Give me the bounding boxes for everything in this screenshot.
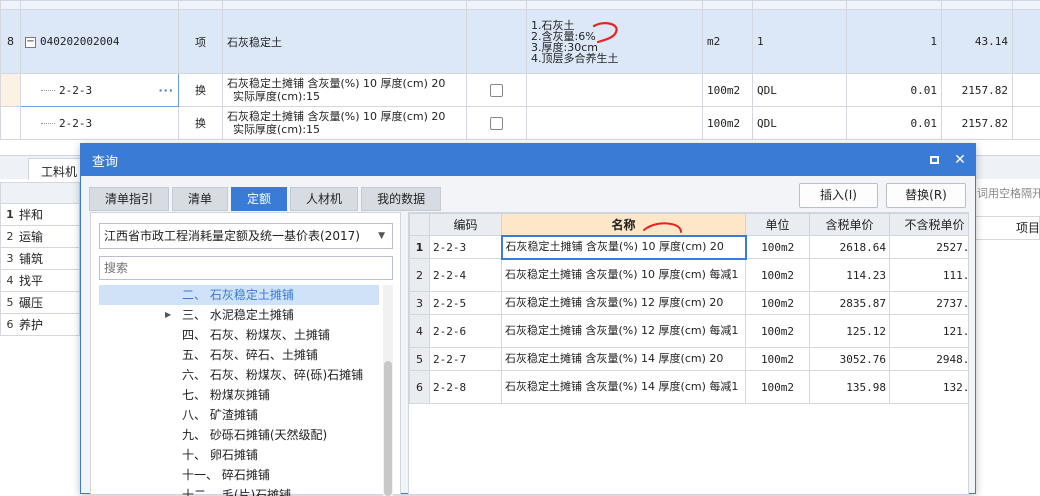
search-input[interactable] bbox=[99, 256, 393, 280]
tree-item[interactable]: 十一、 碎石摊铺 bbox=[99, 465, 379, 485]
column-header-project: 项目 bbox=[975, 216, 1040, 240]
feature-line: 2.含灰量:6% bbox=[531, 31, 698, 42]
maximize-icon bbox=[930, 156, 939, 164]
column-header-unit: 单位 bbox=[746, 214, 810, 236]
dialog-title: 查询 bbox=[92, 151, 118, 170]
quota-name: 石灰稳定土摊铺 含灰量(%) 10 厚度(cm) 20 bbox=[227, 110, 462, 123]
quota-row[interactable]: 2-2-3 ··· 换 石灰稳定土摊铺 含灰量(%) 10 厚度(cm) 20 实… bbox=[1, 74, 1040, 107]
chapter-tree: 二、 石灰稳定土摊铺 ▶三、 水泥稳定土摊铺 四、 石灰、粉煤灰、土摊铺 五、 … bbox=[99, 285, 379, 496]
tree-item[interactable]: 六、 石灰、粉煤灰、碎(砾)石摊铺 bbox=[99, 365, 379, 385]
tree-item[interactable]: 二、 石灰稳定土摊铺 bbox=[99, 285, 379, 305]
quota-price: 2157.82 bbox=[942, 107, 1013, 140]
row-index: 8 bbox=[1, 10, 21, 74]
list-item[interactable]: 5碾压 bbox=[0, 292, 80, 314]
table-row[interactable]: 5 2-2-7 石灰稳定土摊铺 含灰量(%) 14 厚度(cm) 20 100m… bbox=[410, 348, 970, 371]
bill-code: 040202002004 bbox=[40, 35, 119, 48]
bill-type: 项 bbox=[179, 10, 223, 74]
tree-item[interactable]: 十二、 毛(片)石摊铺 bbox=[99, 485, 379, 496]
replace-button[interactable]: 替换(R) bbox=[886, 183, 966, 208]
quota-type: 换 bbox=[179, 107, 223, 140]
quota-name-note: 实际厚度(cm):15 bbox=[227, 123, 462, 136]
quota-type: 换 bbox=[179, 74, 223, 107]
list-item[interactable]: 3铺筑 bbox=[0, 248, 80, 270]
table-row[interactable]: 1 2-2-3 石灰稳定土摊铺 含灰量(%) 10 厚度(cm) 20 100m… bbox=[410, 236, 970, 259]
list-item[interactable]: 6养护 bbox=[0, 314, 80, 336]
tree-item[interactable]: ▶三、 水泥稳定土摊铺 bbox=[99, 305, 379, 325]
column-header-code: 编码 bbox=[430, 214, 502, 236]
quota-name-note: 实际厚度(cm):15 bbox=[227, 90, 462, 103]
bill-name[interactable]: 石灰稳定土 bbox=[223, 10, 467, 74]
table-row[interactable]: 2 2-2-4 石灰稳定土摊铺 含灰量(%) 10 厚度(cm) 每减1 100… bbox=[410, 259, 970, 292]
chevron-down-icon: ▼ bbox=[378, 224, 385, 248]
column-header-rownum bbox=[410, 214, 430, 236]
dialog-tabs: 清单指引 清单 定额 人材机 我的数据 bbox=[89, 187, 441, 211]
list-item[interactable]: 4找平 bbox=[0, 270, 80, 292]
tab-my-data[interactable]: 我的数据 bbox=[361, 187, 441, 211]
right-strip: 词用空格隔开 项目 bbox=[975, 182, 1040, 240]
bill-unit: m2 bbox=[703, 10, 753, 74]
list-item[interactable]: 2运输 bbox=[0, 226, 80, 248]
quota-expr[interactable]: QDL bbox=[753, 107, 847, 140]
tab-bill-guide[interactable]: 清单指引 bbox=[89, 187, 169, 211]
quota-code: 2-2-3 bbox=[59, 84, 92, 97]
bill-price: 43.14 bbox=[942, 10, 1013, 74]
quota-expr[interactable]: QDL bbox=[753, 74, 847, 107]
quota-price: 2157.82 bbox=[942, 74, 1013, 107]
maximize-button[interactable] bbox=[923, 149, 945, 171]
tree-scrollbar[interactable] bbox=[383, 285, 393, 496]
quota-row[interactable]: 2-2-3 换 石灰稳定土摊铺 含灰量(%) 10 厚度(cm) 20 实际厚度… bbox=[1, 107, 1040, 140]
bill-qty[interactable]: 1 bbox=[847, 10, 942, 74]
process-list: 1拌和 2运输 3铺筑 4找平 5碾压 6养护 bbox=[0, 182, 80, 336]
feature-line: 4.顶层多合养生土 bbox=[531, 53, 698, 64]
tab-quota[interactable]: 定额 bbox=[231, 187, 287, 211]
bill-sheet: 8 −040202002004 项 石灰稳定土 1.石灰土 2.含灰量:6% 3… bbox=[0, 0, 1040, 140]
column-header-name: 名称 bbox=[502, 214, 746, 236]
query-dialog: 查询 ✕ 清单指引 清单 定额 人材机 我的数据 插入(I) 替换(R) 江西省… bbox=[80, 143, 976, 494]
quota-checkbox[interactable] bbox=[490, 117, 503, 130]
close-icon: ✕ bbox=[954, 152, 966, 168]
tree-item[interactable]: 七、 粉煤灰摊铺 bbox=[99, 385, 379, 405]
insert-button[interactable]: 插入(I) bbox=[799, 183, 878, 208]
dialog-titlebar[interactable]: 查询 ✕ bbox=[81, 144, 975, 176]
table-row[interactable]: 6 2-2-8 石灰稳定土摊铺 含灰量(%) 14 厚度(cm) 每减1 100… bbox=[410, 371, 970, 404]
quota-tree-pane: 江西省市政工程消耗量定额及统一基价表(2017) ▼ 二、 石灰稳定土摊铺 ▶三… bbox=[90, 212, 401, 495]
bill-row-main[interactable]: 8 −040202002004 项 石灰稳定土 1.石灰土 2.含灰量:6% 3… bbox=[1, 10, 1040, 74]
quota-qty[interactable]: 0.01 bbox=[847, 74, 942, 107]
tab-labor-material[interactable]: 人材机 bbox=[290, 187, 358, 211]
feature-line: 3.厚度:30cm bbox=[531, 42, 698, 53]
table-row[interactable]: 3 2-2-5 石灰稳定土摊铺 含灰量(%) 12 厚度(cm) 20 100m… bbox=[410, 292, 970, 315]
quota-code: 2-2-3 bbox=[59, 117, 92, 130]
close-button[interactable]: ✕ bbox=[949, 149, 971, 171]
tree-item[interactable]: 十、 卵石摊铺 bbox=[99, 445, 379, 465]
column-header-notax-price: 不含税单价 bbox=[890, 214, 970, 236]
quota-name: 石灰稳定土摊铺 含灰量(%) 10 厚度(cm) 20 bbox=[227, 77, 462, 90]
tree-item[interactable]: 四、 石灰、粉煤灰、土摊铺 bbox=[99, 325, 379, 345]
quota-checkbox[interactable] bbox=[490, 84, 503, 97]
feature-line: 1.石灰土 bbox=[531, 20, 698, 31]
column-header-tax-price: 含税单价 bbox=[810, 214, 890, 236]
bill-features[interactable]: 1.石灰土 2.含灰量:6% 3.厚度:30cm 4.顶层多合养生土 bbox=[527, 10, 703, 74]
scrollbar-thumb[interactable] bbox=[384, 361, 392, 496]
more-options-icon[interactable]: ··· bbox=[158, 84, 174, 97]
quota-qty[interactable]: 0.01 bbox=[847, 107, 942, 140]
tree-item[interactable]: 九、 砂砾石摊铺(天然级配) bbox=[99, 425, 379, 445]
library-select-value: 江西省市政工程消耗量定额及统一基价表(2017) bbox=[104, 229, 360, 243]
collapse-icon[interactable]: − bbox=[25, 37, 36, 48]
quota-grid: 编码 名称 单位 含税单价 不含税单价 1 2-2-3 石灰稳定土摊铺 含灰量(… bbox=[408, 212, 969, 495]
expand-icon[interactable]: ▶ bbox=[165, 305, 171, 325]
tree-item[interactable]: 八、 矿渣摊铺 bbox=[99, 405, 379, 425]
library-select[interactable]: 江西省市政工程消耗量定额及统一基价表(2017) ▼ bbox=[99, 223, 393, 249]
search-hint: 词用空格隔开 bbox=[975, 182, 1040, 206]
bill-expr[interactable]: 1 bbox=[753, 10, 847, 74]
list-item[interactable]: 1拌和 bbox=[0, 204, 80, 226]
table-row[interactable]: 4 2-2-6 石灰稳定土摊铺 含灰量(%) 12 厚度(cm) 每减1 100… bbox=[410, 315, 970, 348]
tree-item[interactable]: 五、 石灰、碎石、土摊铺 bbox=[99, 345, 379, 365]
quota-unit: 100m2 bbox=[703, 107, 753, 140]
quota-unit: 100m2 bbox=[703, 74, 753, 107]
tab-bill[interactable]: 清单 bbox=[172, 187, 228, 211]
